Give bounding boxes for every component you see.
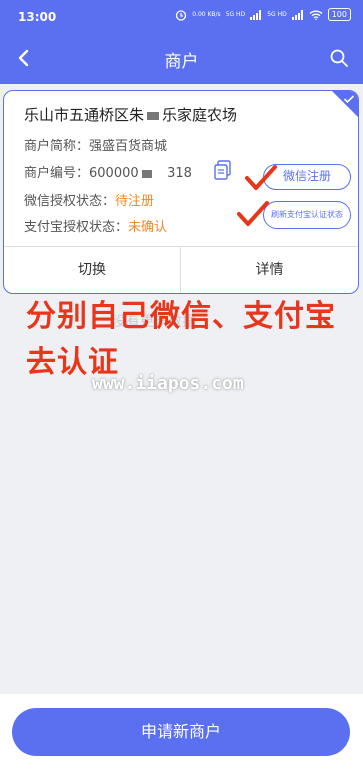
alipay-status-row: 支付宝授权状态：未确认 [24,216,167,235]
redaction-mark [141,169,152,178]
search-icon[interactable] [327,46,351,70]
merchant-card[interactable]: 乐山市五通桥区朱 乐家庭农场 商户简称：强盛百货商城 商户编号：600000 31… [3,90,359,294]
merchant-id-label: 商户编号： [24,166,90,181]
signal-2-icon [291,9,303,20]
detail-button[interactable]: 详情 [181,247,358,293]
status-bar: 13:00 0.00 KB/s 5G HD 5G HD 100 [0,0,363,34]
short-name-value: 强盛百货商城 [89,139,168,154]
red-check-mark-alipay [237,201,269,226]
wechat-status-row: 微信授权状态：待注册 [24,190,154,209]
nav-bar: 商户 [0,38,363,78]
alipay-status-value: 未确认 [128,220,168,235]
status-icons: 0.00 KB/s 5G HD 5G HD 100 [175,8,351,21]
short-name-row: 商户简称：强盛百货商城 [24,135,167,154]
merchant-name-part2: 乐家庭农场 [162,106,238,124]
redaction-mark [147,111,160,120]
battery-indicator: 100 [327,8,351,21]
apply-new-merchant-button[interactable]: 申请新商户 [12,708,350,756]
footer: 申请新商户 [0,694,363,772]
signal-2-label: 5G HD [267,11,287,18]
red-check-mark-wechat [245,165,277,190]
wifi-icon [309,10,323,20]
merchant-id-row: 商户编号：600000 318 [24,162,192,181]
page-title: 商户 [164,52,199,72]
wechat-status-label: 微信授权状态： [24,194,116,209]
signal-1-label: 5G HD [225,11,246,18]
alarm-icon [176,9,187,21]
merchant-name-part1: 乐山市五通桥区朱 [24,106,145,124]
short-name-label: 商户简称： [24,139,90,154]
alipay-refresh-button[interactable]: 刷新支付宝认证状态 [263,201,351,229]
wechat-status-value: 待注册 [115,194,155,209]
check-icon [343,95,355,104]
copy-icon[interactable] [214,160,232,180]
merchant-id-suffix: 318 [167,166,192,181]
merchant-name: 乐山市五通桥区朱 乐家庭农场 [24,104,237,125]
net-speed: 0.00 KB/s [192,11,221,18]
status-time: 13:00 [18,10,57,24]
app-header: 13:00 0.00 KB/s 5G HD 5G HD 100 商户 [0,0,363,84]
watermark: www.iiapos.com [92,373,244,394]
signal-1-icon [250,9,262,20]
switch-button[interactable]: 切换 [4,247,180,293]
merchant-id-prefix: 600000 [89,166,139,181]
alipay-status-label: 支付宝授权状态： [24,220,129,235]
